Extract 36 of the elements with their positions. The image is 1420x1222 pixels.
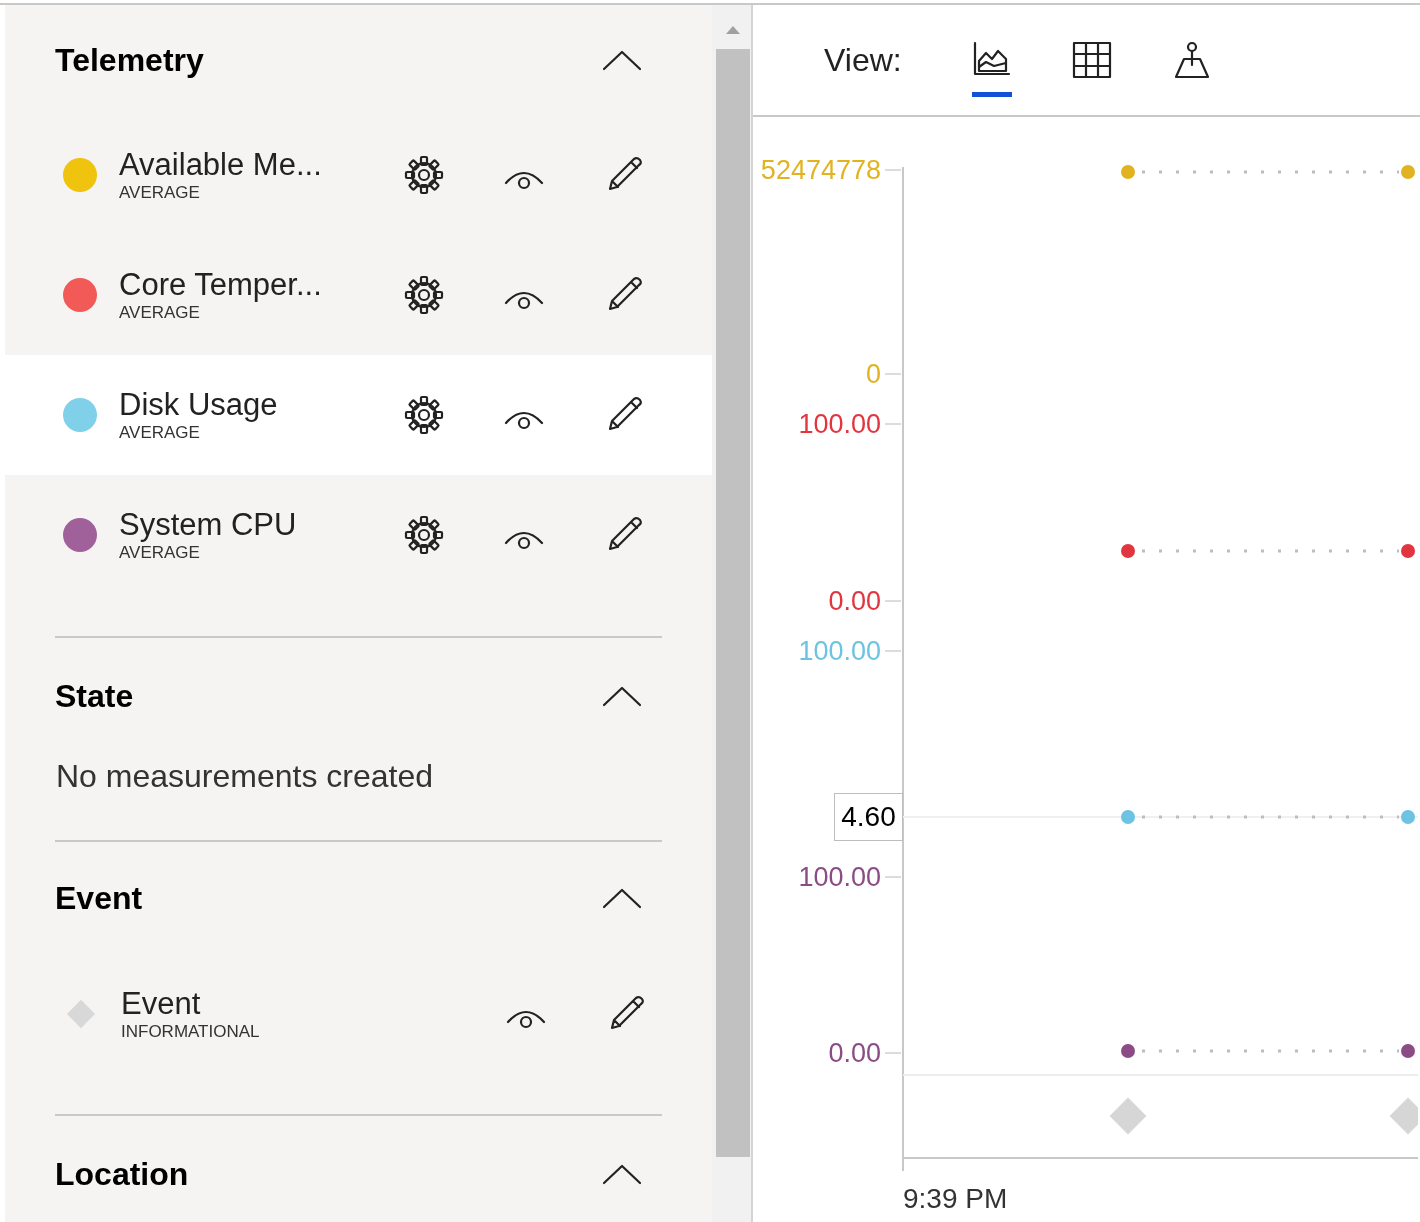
axis-tick-label: 0.00 (827, 1037, 881, 1070)
chevron-up-icon[interactable] (602, 1163, 642, 1185)
value-tooltip: 4.60 (834, 793, 903, 841)
series-name: Event (121, 986, 202, 1022)
axis-tick-label: 100.00 (797, 635, 881, 668)
gear-icon[interactable] (404, 395, 444, 435)
series-name: Disk Usage (119, 387, 279, 423)
aggregation-label: AVERAGE (119, 303, 201, 323)
aggregation-label: INFORMATIONAL (121, 1022, 261, 1042)
gear-icon[interactable] (404, 275, 444, 315)
axis-tick-label: 0 (864, 358, 881, 391)
aggregation-label: AVERAGE (119, 183, 201, 203)
section-title: State (55, 677, 134, 716)
chevron-up-icon[interactable] (602, 49, 642, 71)
gear-icon[interactable] (404, 515, 444, 555)
section-title: Location (55, 1155, 189, 1194)
empty-message: No measurements created (55, 757, 435, 796)
series-name: Core Temper... (119, 267, 323, 303)
axis-tick-label: 100.00 (797, 861, 881, 894)
series-name: Available Me... (119, 147, 323, 183)
view-label: View: (824, 41, 902, 80)
gear-icon[interactable] (404, 155, 444, 195)
chevron-up-icon[interactable] (602, 685, 642, 707)
axis-tick-label: 0.00 (827, 585, 881, 618)
grid-icon (1071, 41, 1112, 79)
list-row[interactable]: Disk Usage AVERAGE (5, 355, 712, 475)
axis-tick-label: 100.00 (797, 408, 881, 441)
section-title: Event (55, 879, 143, 918)
aggregation-label: AVERAGE (119, 543, 201, 563)
axis-tick-label: 52474778 (759, 154, 881, 187)
aggregation-label: AVERAGE (119, 423, 201, 443)
section-title: Telemetry (55, 41, 204, 80)
scrollbar-thumb[interactable] (716, 49, 750, 1157)
time-axis-label: 9:39 PM (903, 1182, 1008, 1216)
series-name: System CPU (119, 507, 298, 543)
chevron-up-icon[interactable] (602, 887, 642, 909)
